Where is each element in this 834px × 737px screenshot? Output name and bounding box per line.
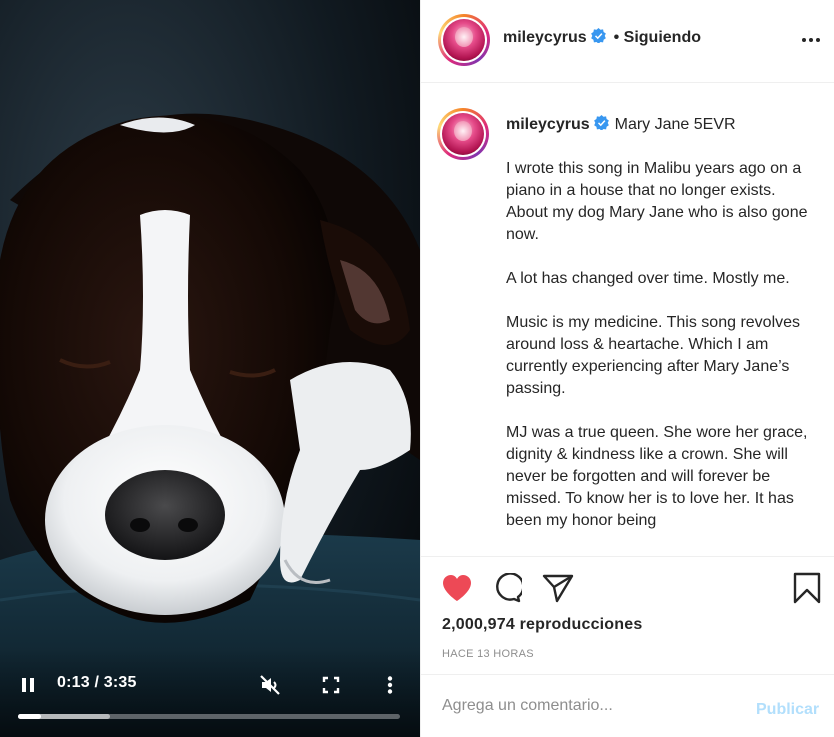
fullscreen-icon[interactable] — [320, 674, 342, 696]
paper-plane-icon[interactable] — [542, 573, 574, 608]
header-username[interactable]: mileycyrus — [503, 29, 587, 47]
caption-paragraph: A lot has changed over time. Mostly me. — [506, 270, 790, 287]
verified-badge-icon — [593, 115, 609, 135]
video-time-readout: 0:13 / 3:35 — [57, 674, 137, 692]
vertical-dots-icon[interactable] — [380, 674, 400, 696]
publish-button[interactable]: Publicar — [756, 701, 819, 719]
following-status-button[interactable]: • Siguiendo — [614, 29, 701, 47]
comment-bubble-icon[interactable] — [492, 572, 525, 608]
video-controls-bar — [0, 647, 420, 737]
video-progress-fill — [18, 714, 42, 719]
speaker-muted-icon[interactable] — [258, 673, 282, 697]
bookmark-icon[interactable] — [793, 572, 821, 609]
caption-username[interactable]: mileycyrus — [506, 116, 590, 134]
time-separator: / — [89, 674, 104, 691]
current-time: 0:13 — [57, 674, 90, 691]
post-actions: 2,000,974 reproducciones HACE 13 HORAS — [421, 556, 834, 674]
post-header: mileycyrus • Siguiendo — [421, 0, 834, 83]
caption-title: Mary Jane 5EVR — [614, 116, 736, 133]
post-time-ago[interactable]: HACE 13 HORAS — [442, 648, 534, 660]
post-side-panel: mileycyrus • Siguiendo mileycyrus Mary J… — [420, 0, 834, 737]
video-frame-dog — [0, 0, 420, 737]
duration: 3:35 — [103, 674, 137, 691]
header-avatar[interactable] — [438, 14, 490, 66]
video-progress-bar[interactable] — [18, 714, 400, 719]
caption-paragraph: MJ was a true queen. She wore her grace,… — [506, 424, 808, 529]
pause-icon[interactable] — [18, 674, 38, 696]
video-player[interactable]: 0:13 / 3:35 — [0, 0, 420, 737]
views-count[interactable]: 2,000,974 reproducciones — [442, 616, 642, 634]
caption-paragraph: I wrote this song in Malibu years ago on… — [506, 160, 808, 243]
verified-badge-icon — [590, 28, 606, 48]
comment-input[interactable] — [442, 697, 732, 715]
caption-avatar[interactable] — [437, 108, 489, 160]
heart-filled-icon[interactable] — [441, 573, 473, 608]
comment-bar: Publicar — [421, 674, 834, 737]
caption-paragraph: Music is my medicine. This song revolves… — [506, 314, 801, 397]
caption-scroll-area[interactable]: mileycyrus Mary Jane 5EVR I wrote this s… — [421, 84, 834, 556]
caption-body: I wrote this song in Malibu years ago on… — [506, 158, 808, 554]
horizontal-dots-icon[interactable] — [799, 28, 823, 52]
